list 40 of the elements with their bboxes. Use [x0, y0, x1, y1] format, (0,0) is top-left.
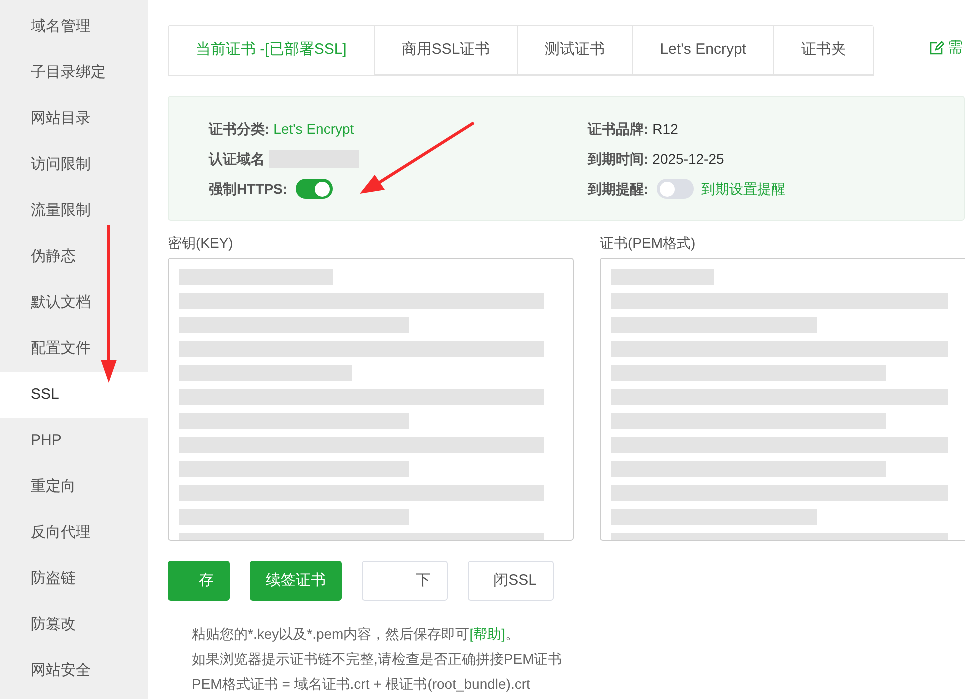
field-value: Let's Encrypt — [274, 120, 354, 139]
field-label: 证书分类: — [209, 120, 270, 138]
help-note: 粘贴您的*.key以及*.pem内容，然后保存即可[帮助]。 — [192, 625, 520, 644]
sidebar-item[interactable]: 默认文档 — [0, 280, 148, 326]
sidebar-item[interactable]: 网站安全 — [0, 648, 148, 694]
edit-icon — [930, 41, 944, 56]
toggle-switch[interactable] — [296, 179, 333, 199]
action-button[interactable]: 下 — [362, 561, 448, 601]
field-label: 到期提醒: — [588, 180, 649, 198]
field-label: 证书品牌: — [588, 120, 649, 138]
field-value: 2025-12-25 — [652, 150, 724, 168]
field-value: R12 — [652, 120, 678, 138]
sidebar-item[interactable]: 重定向 — [0, 464, 148, 510]
sidebar-item[interactable]: 访问限制 — [0, 142, 148, 188]
certificate-textarea[interactable] — [600, 258, 965, 541]
sidebar-item[interactable]: 子目录绑定 — [0, 50, 148, 96]
certificate-label: 证书(PEM格式) — [600, 234, 697, 253]
sidebar-item[interactable]: 伪静态 — [0, 234, 148, 280]
toggle-switch[interactable] — [656, 179, 694, 199]
sidebar-item[interactable]: 防盗链 — [0, 556, 148, 602]
key-label: 密钥(KEY) — [168, 234, 234, 253]
key-textarea[interactable] — [168, 258, 574, 541]
field-label: 认证域名 — [209, 150, 265, 168]
tab[interactable]: 测试证书 — [517, 26, 632, 75]
action-button[interactable]: 闭SSL — [468, 561, 554, 601]
tab[interactable]: 证书夹 — [773, 26, 874, 75]
sidebar-item[interactable]: 流量限制 — [0, 188, 148, 234]
help-note: 如果浏览器提示证书链不完整,请检查是否正确拼接PEM证书 — [192, 650, 564, 669]
sidebar-item[interactable]: PHP — [0, 418, 148, 464]
tab[interactable]: 商用SSL证书 — [374, 26, 518, 75]
field-label: 到期时间: — [588, 150, 649, 168]
sidebar-item[interactable]: 域名管理 — [0, 4, 148, 50]
help-note: PEM格式证书 = 域名证书.crt + 根证书(root_bundle).crt — [192, 675, 532, 694]
sidebar-item[interactable]: SSL — [0, 372, 148, 418]
sidebar-item[interactable]: 防篡改 — [0, 602, 148, 648]
sidebar-item[interactable]: 网站目录 — [0, 96, 148, 142]
sidebar-item[interactable]: 配置文件 — [0, 326, 148, 372]
tab[interactable]: Let's Encrypt — [632, 26, 774, 75]
sidebar-item[interactable]: 反向代理 — [0, 510, 148, 556]
field-label: 强制HTTPS: — [209, 180, 288, 198]
